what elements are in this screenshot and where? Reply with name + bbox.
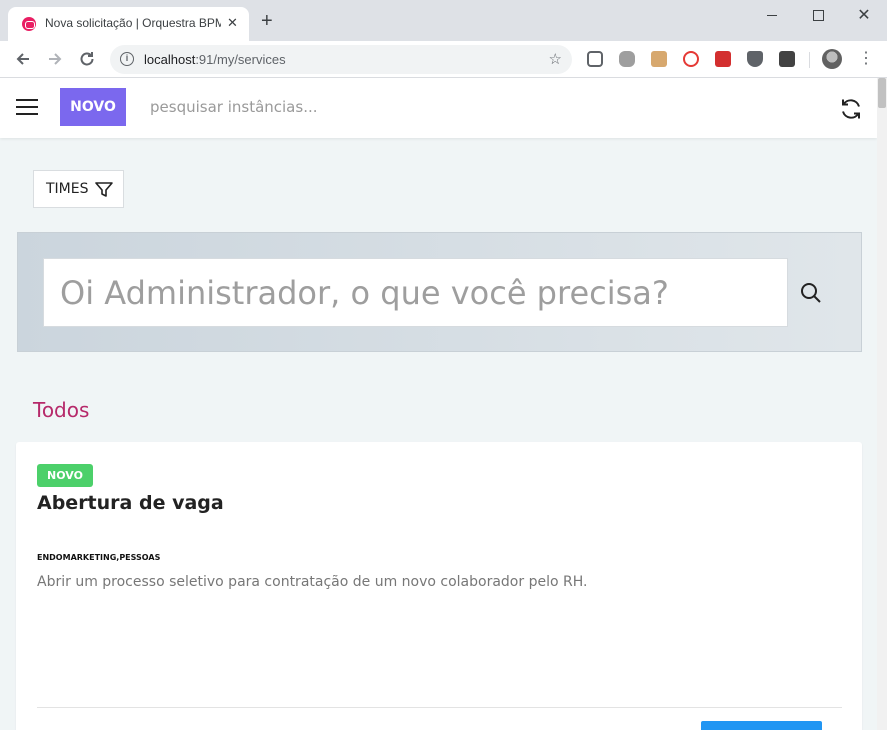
app-viewport: NOVO TIMES Todos NOVO Abertura de vaga E… [0, 78, 887, 730]
window-close-button[interactable]: ✕ [841, 0, 887, 30]
address-bar[interactable]: i localhost:91/my/services ☆ [110, 45, 572, 74]
browser-tab[interactable]: Nova solicitação | Orquestra BPM ✕ [8, 7, 249, 41]
hamburger-menu-icon[interactable] [16, 99, 38, 115]
toolbar-separator [809, 52, 810, 68]
bookmark-star-icon[interactable]: ☆ [549, 50, 562, 68]
service-card[interactable]: NOVO Abertura de vaga ENDOMARKETING,PESS… [16, 442, 862, 730]
profile-avatar[interactable] [822, 49, 842, 69]
browser-menu-icon[interactable]: ⋮ [858, 49, 874, 69]
chat-extension-icon[interactable] [619, 51, 635, 67]
teams-filter-label: TIMES [46, 181, 89, 197]
filter-funnel-icon [95, 182, 113, 202]
service-title[interactable]: Abertura de vaga [37, 492, 224, 514]
site-info-icon[interactable]: i [120, 52, 134, 66]
tab-title: Nova solicitação | Orquestra BPM [45, 16, 221, 30]
tab-close-icon[interactable]: ✕ [227, 15, 238, 31]
service-search-input[interactable] [43, 258, 788, 327]
browser-toolbar: i localhost:91/my/services ☆ ⋮ [0, 41, 887, 78]
new-tab-icon[interactable]: + [261, 11, 273, 31]
window-minimize-button[interactable] [749, 0, 795, 30]
app-header: NOVO [0, 78, 877, 138]
pocket-extension-icon[interactable] [587, 51, 603, 67]
reload-icon[interactable] [77, 50, 97, 70]
new-badge: NOVO [37, 464, 93, 487]
back-arrow-icon[interactable] [13, 50, 33, 70]
window-maximize-button[interactable] [795, 0, 841, 30]
orquestra-favicon-icon [22, 17, 36, 31]
address-url[interactable]: localhost:91/my/services [144, 52, 286, 67]
box-extension-icon[interactable] [651, 51, 667, 67]
refresh-icon[interactable] [838, 96, 864, 122]
service-description: Abrir um processo seletivo para contrata… [37, 574, 588, 590]
service-search-panel [17, 232, 862, 352]
instance-search-input[interactable] [150, 96, 450, 118]
scrollbar-thumb[interactable] [878, 78, 886, 108]
spiral-extension-icon[interactable] [683, 51, 699, 67]
search-icon[interactable] [799, 281, 823, 310]
new-request-button[interactable]: NOVO [60, 88, 126, 126]
forward-arrow-icon[interactable] [45, 50, 65, 70]
page-scrollbar[interactable] [877, 78, 887, 730]
card-action-button[interactable] [701, 721, 822, 730]
medium-extension-icon[interactable] [779, 51, 795, 67]
teams-filter-button[interactable]: TIMES [33, 170, 124, 208]
service-tags: ENDOMARKETING,PESSOAS [37, 553, 161, 562]
section-title: Todos [33, 398, 90, 422]
card-divider [37, 707, 842, 708]
ublock-shield-icon[interactable] [747, 51, 763, 67]
browser-tabstrip: Nova solicitação | Orquestra BPM ✕ + ✕ [0, 0, 887, 41]
lastpass-extension-icon[interactable] [715, 51, 731, 67]
